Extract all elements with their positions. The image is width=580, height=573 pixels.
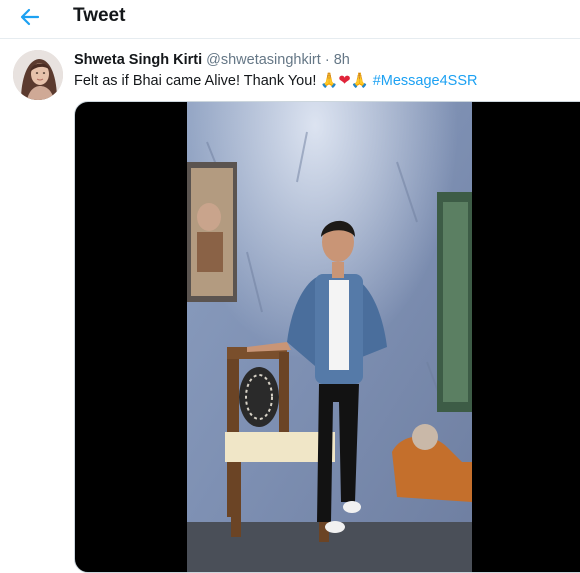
video-frame [187,102,472,572]
arrow-left-icon [20,8,40,26]
tweet-text: Felt as if Bhai came Alive! Thank You! 🙏… [74,72,477,89]
tweet-video[interactable] [74,101,580,573]
separator: · [324,52,330,68]
heart-emoji: ❤ [338,73,351,89]
top-bar: Tweet [0,0,580,39]
tweet-time[interactable]: 8h [334,52,350,68]
pray-emoji: 🙏 [350,73,369,89]
pray-emoji: 🙏 [320,73,339,89]
tweet-author: Shweta Singh Kirti @shwetasinghkirt · 8h [74,52,350,68]
tweet-text-body: Felt as if Bhai came Alive! Thank You! [74,73,317,89]
page-title: Tweet [73,5,126,26]
author-name[interactable]: Shweta Singh Kirti [74,52,202,68]
hashtag-link[interactable]: #Message4SSR [373,73,478,89]
avatar[interactable] [13,50,63,100]
back-button[interactable] [14,2,46,32]
author-handle[interactable]: @shwetasinghkirt [206,52,321,68]
